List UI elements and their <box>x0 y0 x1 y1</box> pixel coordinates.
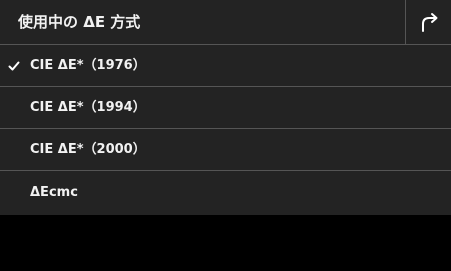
return-arrow-icon <box>421 13 437 32</box>
check-icon <box>8 61 20 71</box>
menu-item-label: CIE ΔE*（1976） <box>30 58 146 73</box>
delta-e-method-list: CIE ΔE*（1976） CIE ΔE*（1994） CIE ΔE*（2000… <box>0 45 451 215</box>
menu-item-label: CIE ΔE*（2000） <box>30 142 146 157</box>
page-title: 使用中の ΔE 方式 <box>18 13 141 31</box>
back-button[interactable] <box>405 0 451 44</box>
menu-item-label: CIE ΔE*（1994） <box>30 100 146 115</box>
menu-item-cie-1994[interactable]: CIE ΔE*（1994） <box>0 87 451 129</box>
menu-item-cie-1976[interactable]: CIE ΔE*（1976） <box>0 45 451 87</box>
menu-item-delta-e-cmc[interactable]: ΔEcmc <box>0 171 451 215</box>
menu-item-cie-2000[interactable]: CIE ΔE*（2000） <box>0 129 451 171</box>
menu-item-label: ΔEcmc <box>30 185 78 200</box>
header-bar: 使用中の ΔE 方式 <box>0 0 451 45</box>
